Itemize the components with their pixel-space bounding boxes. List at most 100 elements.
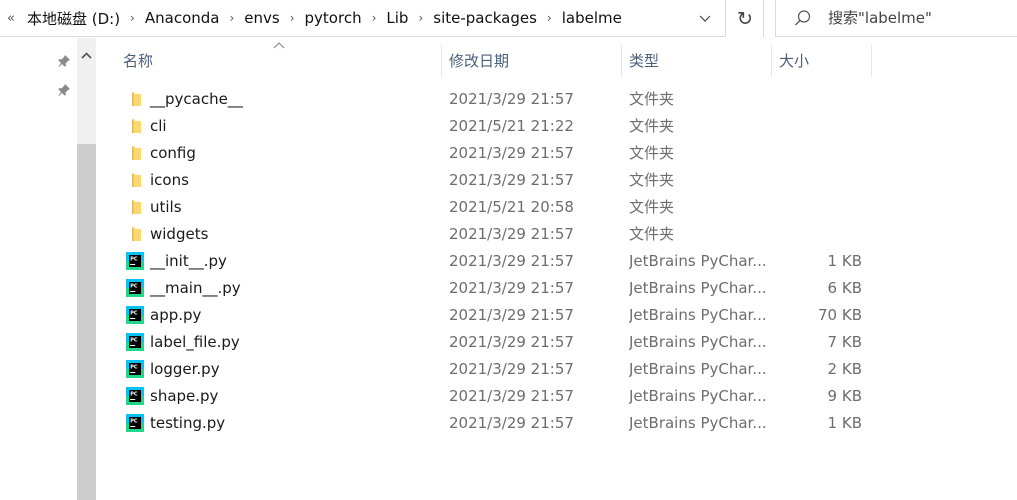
breadcrumb: 本地磁盘 (D:) › Anaconda › envs › pytorch › …: [19, 8, 630, 29]
breadcrumb-item-drive[interactable]: 本地磁盘 (D:): [19, 8, 128, 29]
scroll-up-button[interactable]: [77, 38, 96, 72]
file-row[interactable]: PC shape.py 2021/3/29 21:57 JetBrains PyCha…: [122, 383, 882, 410]
breadcrumb-item-pytorch[interactable]: pytorch: [297, 9, 370, 27]
file-row[interactable]: PC testing.py 2021/3/29 21:57 JetBrains PyC…: [122, 410, 882, 437]
file-name: config: [150, 144, 196, 162]
search-input[interactable]: [826, 8, 1000, 28]
file-row[interactable]: widgets 2021/3/29 21:57 文件夹: [122, 221, 882, 248]
file-modified-date: 2021/3/29 21:57: [449, 333, 574, 351]
svg-text:PC: PC: [130, 365, 138, 371]
pycharm-file-icon: PC: [126, 360, 144, 378]
file-row[interactable]: __pycache__ 2021/3/29 21:57 文件夹: [122, 86, 882, 113]
folder-icon: [126, 117, 144, 135]
breadcrumb-separator[interactable]: ›: [128, 11, 137, 25]
breadcrumb-separator[interactable]: ›: [288, 11, 297, 25]
file-name: __init__.py: [150, 252, 227, 270]
column-header-type[interactable]: 类型: [622, 45, 771, 77]
file-row[interactable]: utils 2021/5/21 20:58 文件夹: [122, 194, 882, 221]
file-type: JetBrains PyChar...: [629, 387, 767, 405]
folder-icon: [126, 90, 144, 108]
file-name: widgets: [150, 225, 209, 243]
file-modified-date: 2021/3/29 21:57: [449, 252, 574, 270]
file-modified-date: 2021/3/29 21:57: [449, 414, 574, 432]
folder-icon: [126, 225, 144, 243]
file-modified-date: 2021/3/29 21:57: [449, 279, 574, 297]
svg-text:PC: PC: [130, 284, 138, 290]
file-row[interactable]: PC logger.py 2021/3/29 21:57 JetBrains PyCh…: [122, 356, 882, 383]
breadcrumb-overflow-button[interactable]: «: [7, 11, 15, 26]
address-history-dropdown-button[interactable]: [691, 0, 719, 37]
breadcrumb-item-envs[interactable]: envs: [236, 9, 287, 27]
file-list: 名称 修改日期 类型 大小 __pycache__ 2021/3/29 21:57…: [96, 38, 1017, 500]
file-type: JetBrains PyChar...: [629, 306, 767, 324]
file-size: 7 KB: [827, 333, 862, 351]
file-name: icons: [150, 171, 189, 189]
breadcrumb-separator[interactable]: ›: [370, 11, 379, 25]
file-modified-date: 2021/3/29 21:57: [449, 306, 574, 324]
column-divider[interactable]: [871, 45, 872, 77]
file-size: 6 KB: [827, 279, 862, 297]
file-type: 文件夹: [629, 117, 675, 135]
search-icon: [795, 10, 811, 26]
svg-text:PC: PC: [130, 392, 138, 398]
chevron-down-icon: [699, 15, 711, 22]
file-modified-date: 2021/3/29 21:57: [449, 144, 574, 162]
file-type: JetBrains PyChar...: [629, 252, 767, 270]
pin-icon[interactable]: [57, 54, 71, 68]
nav-pane-scrollbar[interactable]: [77, 38, 96, 500]
file-size: 1 KB: [827, 252, 862, 270]
column-header-row: 名称 修改日期 类型 大小: [96, 38, 1017, 84]
file-row[interactable]: PC __main__.py 2021/3/29 21:57 JetBrains Py…: [122, 275, 882, 302]
file-modified-date: 2021/3/29 21:57: [449, 225, 574, 243]
refresh-button[interactable]: ↻: [727, 0, 764, 37]
breadcrumb-item-labelme[interactable]: labelme: [554, 9, 630, 27]
scrollbar-thumb[interactable]: [77, 144, 96, 500]
column-header-date[interactable]: 修改日期: [442, 45, 621, 77]
file-size: 70 KB: [818, 306, 862, 324]
file-modified-date: 2021/3/29 21:57: [449, 90, 574, 108]
file-type: JetBrains PyChar...: [629, 333, 767, 351]
file-type: 文件夹: [629, 198, 675, 216]
file-row[interactable]: cli 2021/5/21 21:22 文件夹: [122, 113, 882, 140]
file-name: label_file.py: [150, 333, 240, 351]
file-name: utils: [150, 198, 182, 216]
breadcrumb-separator[interactable]: ›: [545, 11, 554, 25]
file-row[interactable]: config 2021/3/29 21:57 文件夹: [122, 140, 882, 167]
file-modified-date: 2021/3/29 21:57: [449, 387, 574, 405]
pycharm-file-icon: PC: [126, 279, 144, 297]
file-size: 9 KB: [827, 387, 862, 405]
pycharm-file-icon: PC: [126, 252, 144, 270]
svg-text:PC: PC: [130, 311, 138, 317]
column-header-size[interactable]: 大小: [772, 45, 871, 77]
file-row[interactable]: PC app.py 2021/3/29 21:57 JetBrains PyChar.…: [122, 302, 882, 329]
search-box[interactable]: [775, 0, 1017, 37]
breadcrumb-separator[interactable]: ›: [416, 11, 425, 25]
svg-text:PC: PC: [130, 419, 138, 425]
breadcrumb-item-lib[interactable]: Lib: [378, 9, 416, 27]
breadcrumb-item-anaconda[interactable]: Anaconda: [137, 9, 228, 27]
file-name: __main__.py: [150, 279, 241, 297]
file-name: testing.py: [150, 414, 226, 432]
file-name: cli: [150, 117, 167, 135]
file-modified-date: 2021/5/21 20:58: [449, 198, 574, 216]
chevron-up-icon: [81, 51, 92, 59]
address-toolbar: « 本地磁盘 (D:) › Anaconda › envs › pytorch …: [0, 0, 1017, 38]
file-name: shape.py: [150, 387, 219, 405]
pycharm-file-icon: PC: [126, 387, 144, 405]
column-header-name[interactable]: 名称: [116, 45, 441, 77]
file-type: 文件夹: [629, 90, 675, 108]
file-row[interactable]: icons 2021/3/29 21:57 文件夹: [122, 167, 882, 194]
pycharm-file-icon: PC: [126, 414, 144, 432]
pin-icon[interactable]: [57, 83, 71, 97]
file-type: 文件夹: [629, 225, 675, 243]
breadcrumb-separator[interactable]: ›: [227, 11, 236, 25]
file-name: app.py: [150, 306, 202, 324]
breadcrumb-item-site-packages[interactable]: site-packages: [425, 9, 545, 27]
svg-text:PC: PC: [130, 257, 138, 263]
file-row[interactable]: PC __init__.py 2021/3/29 21:57 JetBrains Py…: [122, 248, 882, 275]
file-name: __pycache__: [150, 90, 243, 108]
file-name: logger.py: [150, 360, 220, 378]
file-row[interactable]: PC label_file.py 2021/3/29 21:57 JetBrains …: [122, 329, 882, 356]
file-type: 文件夹: [629, 144, 675, 162]
address-bar[interactable]: « 本地磁盘 (D:) › Anaconda › envs › pytorch …: [0, 0, 726, 37]
